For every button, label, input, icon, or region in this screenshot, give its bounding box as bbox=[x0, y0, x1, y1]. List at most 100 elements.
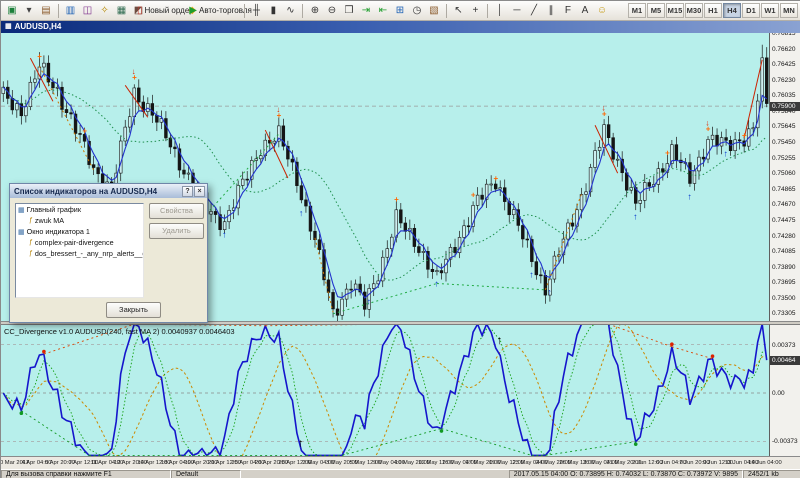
dialog-close-icon[interactable]: × bbox=[194, 186, 205, 197]
status-traffic: 2452/1 kb bbox=[743, 470, 800, 478]
chart-window-icon: ▦ bbox=[18, 206, 25, 214]
zoom-in-button[interactable]: ⊕ bbox=[307, 3, 323, 19]
close-button[interactable]: Закрыть bbox=[106, 302, 161, 318]
properties-button[interactable]: Свойства bbox=[149, 203, 204, 219]
tree-item-indicator[interactable]: ƒzwuk MA bbox=[16, 215, 143, 226]
indicator-svg: ↑↑ bbox=[1, 325, 769, 456]
indicator-icon: ƒ bbox=[29, 217, 33, 224]
autotrading-button[interactable]: ▶Авто-торговля bbox=[201, 3, 240, 19]
fibonacci-button[interactable]: F bbox=[560, 3, 576, 19]
timeframe-h1-button[interactable]: H1 bbox=[704, 3, 722, 18]
price-axis-label: 0.75645 bbox=[772, 123, 796, 130]
dialog-title: Список индикаторов на AUDUSD,H4 bbox=[14, 187, 181, 196]
crosshair-button[interactable]: + bbox=[467, 3, 483, 19]
indicators-button[interactable]: ⊞ bbox=[392, 3, 408, 19]
templates-button[interactable]: ▧ bbox=[426, 3, 442, 19]
navigator-icon: ✧ bbox=[100, 5, 108, 16]
svg-text:↑: ↑ bbox=[222, 230, 227, 240]
delete-button[interactable]: Удалить bbox=[149, 223, 204, 239]
arrows-tool-icon: ☺ bbox=[597, 5, 607, 16]
price-axis-label: 0.73890 bbox=[772, 264, 796, 271]
arrows-tool-button[interactable]: ☺ bbox=[594, 3, 610, 19]
horizontal-line-icon: ─ bbox=[513, 5, 520, 16]
timeframe-m15-button[interactable]: M15 bbox=[666, 3, 684, 18]
market-watch-button[interactable]: ▥ bbox=[63, 3, 79, 19]
timeframe-w1-button[interactable]: W1 bbox=[761, 3, 779, 18]
status-ohlc: 2017.05.15 04:00 O: 0.73895 H: 0.74032 L… bbox=[509, 470, 743, 478]
tile-windows-button[interactable]: ❒ bbox=[341, 3, 357, 19]
equidistant-channel-button[interactable]: ∥ bbox=[543, 3, 559, 19]
indicator-axis[interactable]: 0.00373 0.00 -0.00373 0.00464 bbox=[769, 324, 800, 456]
chart-shift-button[interactable]: ⇤ bbox=[375, 3, 391, 19]
svg-text:+: + bbox=[665, 149, 670, 158]
chart-title: AUDUSD,H4 bbox=[15, 21, 62, 33]
chart-window-titlebar[interactable]: ▦ AUDUSD,H4 bbox=[1, 21, 800, 33]
chart-list-dropdown-button[interactable]: ▾ bbox=[21, 3, 37, 19]
periods-button[interactable]: ◷ bbox=[409, 3, 425, 19]
vertical-line-button[interactable]: │ bbox=[492, 3, 508, 19]
price-axis-label: 0.76035 bbox=[772, 92, 796, 99]
price-axis-label: 0.75060 bbox=[772, 170, 796, 177]
profiles-button[interactable]: ▤ bbox=[38, 3, 54, 19]
terminal-button[interactable]: ▦ bbox=[114, 3, 130, 19]
timeframe-d1-button[interactable]: D1 bbox=[742, 3, 760, 18]
auto-scroll-button[interactable]: ⇥ bbox=[358, 3, 374, 19]
indicator-icon: ƒ bbox=[29, 250, 33, 257]
line-chart-button[interactable]: ∿ bbox=[282, 3, 298, 19]
svg-text:↓: ↓ bbox=[705, 118, 709, 127]
svg-text:↑: ↑ bbox=[497, 335, 503, 347]
indicator-axis-label: 0.00 bbox=[772, 390, 785, 397]
time-axis-label: 14 Jun 04:00 bbox=[748, 460, 782, 466]
tree-item-indicator[interactable]: ƒdos_bressert_-_any_nrp_alerts__divergen… bbox=[16, 248, 143, 259]
tree-item-group[interactable]: ▦Главный график bbox=[16, 204, 143, 215]
trend-line-icon: ╱ bbox=[531, 5, 537, 16]
indicator-icon: ƒ bbox=[29, 239, 33, 246]
tree-item-label: zwuk MA bbox=[35, 216, 64, 225]
indicator-axis-label: 0.00373 bbox=[772, 342, 796, 349]
indicator-axis-label: -0.00373 bbox=[772, 438, 798, 445]
price-axis-label: 0.74280 bbox=[772, 233, 796, 240]
svg-text:+: + bbox=[471, 190, 476, 199]
dialog-help-button[interactable]: ? bbox=[182, 186, 193, 197]
toolbar-separator bbox=[487, 4, 488, 18]
new-order-button[interactable]: ▯Новый ордер bbox=[148, 3, 184, 19]
timeframe-m5-button[interactable]: M5 bbox=[647, 3, 665, 18]
bar-chart-button[interactable]: ╫ bbox=[248, 3, 264, 19]
text-label-icon: A bbox=[582, 5, 589, 16]
tree-item-group[interactable]: ▦Окно индикатора 1 bbox=[16, 226, 143, 237]
cursor-button[interactable]: ↖ bbox=[450, 3, 466, 19]
indicator-list[interactable]: ▦Главный графикƒzwuk MA▦Окно индикатора … bbox=[15, 203, 144, 298]
time-axis[interactable]: 30 Mar 20174 Apr 04:005 Apr 20:007 Apr 1… bbox=[1, 456, 800, 469]
navigator-button[interactable]: ✧ bbox=[97, 3, 113, 19]
terminal-icon: ▦ bbox=[117, 5, 126, 16]
trend-line-button[interactable]: ╱ bbox=[526, 3, 542, 19]
indicator-value-box: 0.00464 bbox=[770, 356, 800, 365]
tree-item-indicator[interactable]: ƒcomplex-pair-divergence bbox=[16, 237, 143, 248]
timeframe-m1-button[interactable]: M1 bbox=[628, 3, 646, 18]
equidistant-channel-icon: ∥ bbox=[548, 5, 553, 16]
new-chart-button[interactable]: ▣ bbox=[4, 3, 20, 19]
timeframe-h4-button[interactable]: H4 bbox=[723, 3, 741, 18]
price-axis-label: 0.74865 bbox=[772, 186, 796, 193]
price-axis-label: 0.74085 bbox=[772, 248, 796, 255]
autotrading-icon: ▶ bbox=[189, 5, 197, 16]
price-axis-label: 0.76815 bbox=[772, 33, 796, 37]
text-label-button[interactable]: A bbox=[577, 3, 593, 19]
indicator-panel[interactable]: CC_Divergence v1.0 AUDUSD(240, fast MA 2… bbox=[1, 324, 769, 456]
zoom-out-button[interactable]: ⊖ bbox=[324, 3, 340, 19]
status-profile[interactable]: Default bbox=[171, 470, 241, 478]
price-axis-label: 0.74475 bbox=[772, 217, 796, 224]
new-order-icon: ▯ bbox=[137, 5, 143, 16]
horizontal-line-button[interactable]: ─ bbox=[509, 3, 525, 19]
svg-text:+: + bbox=[37, 52, 42, 61]
tree-item-label: Главный график bbox=[27, 205, 81, 214]
price-axis[interactable]: 0.768150.766200.764250.762300.760350.758… bbox=[769, 33, 800, 321]
svg-text:↑: ↑ bbox=[547, 287, 552, 297]
bar-chart-icon: ╫ bbox=[253, 5, 260, 16]
svg-text:↑: ↑ bbox=[367, 296, 372, 306]
timeframe-m30-button[interactable]: M30 bbox=[685, 3, 703, 18]
timeframe-mn-button[interactable]: MN bbox=[780, 3, 798, 18]
dialog-titlebar[interactable]: Список индикаторов на AUDUSD,H4 ? × bbox=[10, 184, 207, 198]
data-window-button[interactable]: ◫ bbox=[80, 3, 96, 19]
candlestick-chart-button[interactable]: ▮ bbox=[265, 3, 281, 19]
